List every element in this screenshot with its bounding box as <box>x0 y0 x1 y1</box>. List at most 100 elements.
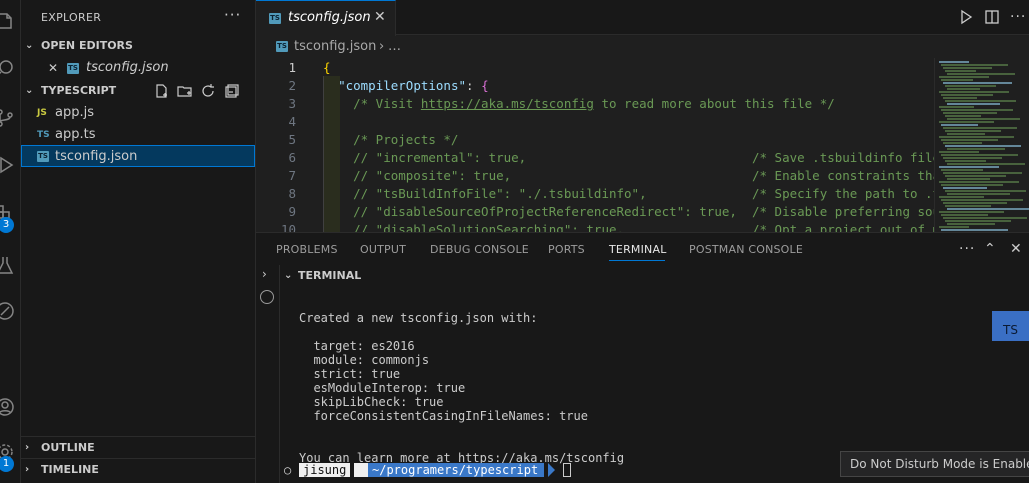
minimap-line <box>943 202 1007 204</box>
project-section[interactable]: ⌄ TYPESCRIPT <box>21 80 255 102</box>
breadcrumb-more[interactable]: … <box>388 36 401 58</box>
minimap-line <box>939 106 974 108</box>
code-line: // "tsBuildInfoFile": "./.tsbuildinfo", … <box>323 186 934 201</box>
tab-terminal[interactable]: TERMINAL <box>609 243 667 256</box>
extensions-badge: 3 <box>0 217 14 233</box>
minimap-line <box>947 208 1029 210</box>
tab-ports[interactable]: PORTS <box>548 243 585 256</box>
terminal-section-label: TERMINAL <box>298 269 362 282</box>
tab-postman-console[interactable]: POSTMAN CONSOLE <box>689 243 803 256</box>
line-number: 10 <box>280 222 296 232</box>
outline-section[interactable]: › OUTLINE <box>21 436 255 458</box>
file-name: app.js <box>55 105 94 120</box>
new-folder-icon[interactable] <box>177 83 193 99</box>
collapse-all-icon[interactable] <box>224 83 240 99</box>
minimap-line <box>947 73 1015 75</box>
file-item-app-js[interactable]: JS app.js <box>21 102 255 124</box>
tab-problems[interactable]: PROBLEMS <box>276 243 338 256</box>
search-icon[interactable] <box>0 57 16 79</box>
minimap-line <box>947 118 1020 120</box>
testing-icon[interactable] <box>0 254 16 276</box>
source-control-icon[interactable] <box>0 107 16 129</box>
prompt-path: ~/programers/typescript <box>368 463 545 477</box>
minimap-line <box>943 157 1002 159</box>
line-number: 7 <box>288 168 296 183</box>
minimap-line <box>941 184 1003 186</box>
explorer-more-button[interactable]: ··· <box>224 6 241 24</box>
minimap-line <box>945 130 1001 132</box>
minimap-line <box>947 193 1010 195</box>
minimap-line <box>941 79 973 81</box>
open-editor-item[interactable]: ✕ TS tsconfig.json <box>21 57 255 79</box>
terminal-side-badge[interactable]: TS <box>992 311 1029 341</box>
ts-config-file-icon: TS <box>67 63 79 74</box>
postman-icon[interactable] <box>0 300 16 322</box>
chevron-down-icon: ⌄ <box>25 85 34 96</box>
chevron-right-icon: › <box>25 442 30 453</box>
active-tab-indicator <box>609 260 665 261</box>
minimap-line <box>943 82 1012 84</box>
minimap[interactable] <box>934 58 1029 232</box>
close-icon[interactable]: ✕ <box>48 57 58 79</box>
run-debug-icon[interactable] <box>0 154 16 176</box>
code-editor[interactable]: 1 {2 "compilerOptions": {3 /* Visit https… <box>256 58 934 232</box>
tab-output[interactable]: OUTPUT <box>360 243 406 256</box>
ts-config-file-icon: TS <box>276 41 288 52</box>
minimap-line <box>943 112 997 114</box>
code-line: { <box>323 60 331 75</box>
line-number: 5 <box>288 132 296 147</box>
timeline-section[interactable]: › TIMELINE <box>21 458 255 480</box>
files-icon[interactable] <box>0 10 16 32</box>
close-icon[interactable]: ✕ <box>374 9 386 25</box>
file-item-tsconfig[interactable]: TS tsconfig.json <box>21 145 255 167</box>
code-line: // "disableSolutionSearching": true, /* … <box>323 222 934 232</box>
breadcrumb-file[interactable]: tsconfig.json <box>294 36 376 58</box>
accounts-icon[interactable] <box>0 396 16 418</box>
split-editor-icon[interactable] <box>984 9 1000 25</box>
ts-config-file-icon: TS <box>269 13 281 24</box>
minimap-line <box>939 121 994 123</box>
terminal-output[interactable]: Created a new tsconfig.json with: target… <box>256 311 1029 471</box>
activity-bar: 3 1 <box>0 0 21 483</box>
prompt-user-icon <box>354 463 368 477</box>
run-icon[interactable] <box>958 9 974 25</box>
prompt-arrow-icon <box>548 463 555 477</box>
code-line: /* Visit https://aka.ms/tsconfig to read… <box>323 96 835 111</box>
open-editors-section[interactable]: ⌄ OPEN EDITORS <box>21 35 255 57</box>
notification-toast[interactable]: Do Not Disturb Mode is Enabled <box>840 451 1029 477</box>
minimap-line <box>947 178 990 180</box>
line-number: 4 <box>288 114 296 129</box>
editor-more-icon[interactable]: ··· <box>1010 9 1026 25</box>
close-panel-icon[interactable]: ✕ <box>1010 241 1026 257</box>
minimap-line <box>947 88 980 90</box>
line-number: 3 <box>288 96 296 111</box>
terminal-section-header[interactable]: ⌄ TERMINAL <box>256 265 1029 287</box>
explorer-title: EXPLORER <box>41 11 102 24</box>
refresh-icon[interactable] <box>200 83 216 99</box>
minimap-line <box>939 166 999 168</box>
file-item-app-ts[interactable]: TS app.ts <box>21 124 255 146</box>
terminal-line: Created a new tsconfig.json with: <box>299 311 538 325</box>
code-line: // "disableSourceOfProjectReferenceRedir… <box>323 204 934 219</box>
outline-label: OUTLINE <box>41 441 95 454</box>
minimap-line <box>943 97 977 99</box>
minimap-line <box>945 220 1011 222</box>
code-line: "compilerOptions": { <box>338 78 489 93</box>
new-file-icon[interactable] <box>154 83 170 99</box>
toast-message: Do Not Disturb Mode is Enabled <box>850 457 1029 471</box>
tab-debug-console[interactable]: DEBUG CONSOLE <box>430 243 529 256</box>
maximize-panel-icon[interactable]: ⌃ <box>984 241 1000 257</box>
panel-more-button[interactable]: ··· <box>959 241 975 257</box>
minimap-line <box>945 145 1021 147</box>
tab-tsconfig[interactable]: TS tsconfig.json ✕ <box>256 0 396 36</box>
terminal-line: target: es2016 <box>299 339 415 353</box>
minimap-line <box>941 169 983 171</box>
minimap-line <box>939 211 1004 213</box>
js-file-icon: JS <box>37 108 47 118</box>
prompt-bullet: ○ <box>284 463 292 477</box>
minimap-line <box>945 100 1016 102</box>
minimap-line <box>941 214 988 216</box>
copilot-icon[interactable] <box>260 290 274 304</box>
open-editors-label: OPEN EDITORS <box>41 39 133 52</box>
minimap-line <box>941 64 1008 66</box>
